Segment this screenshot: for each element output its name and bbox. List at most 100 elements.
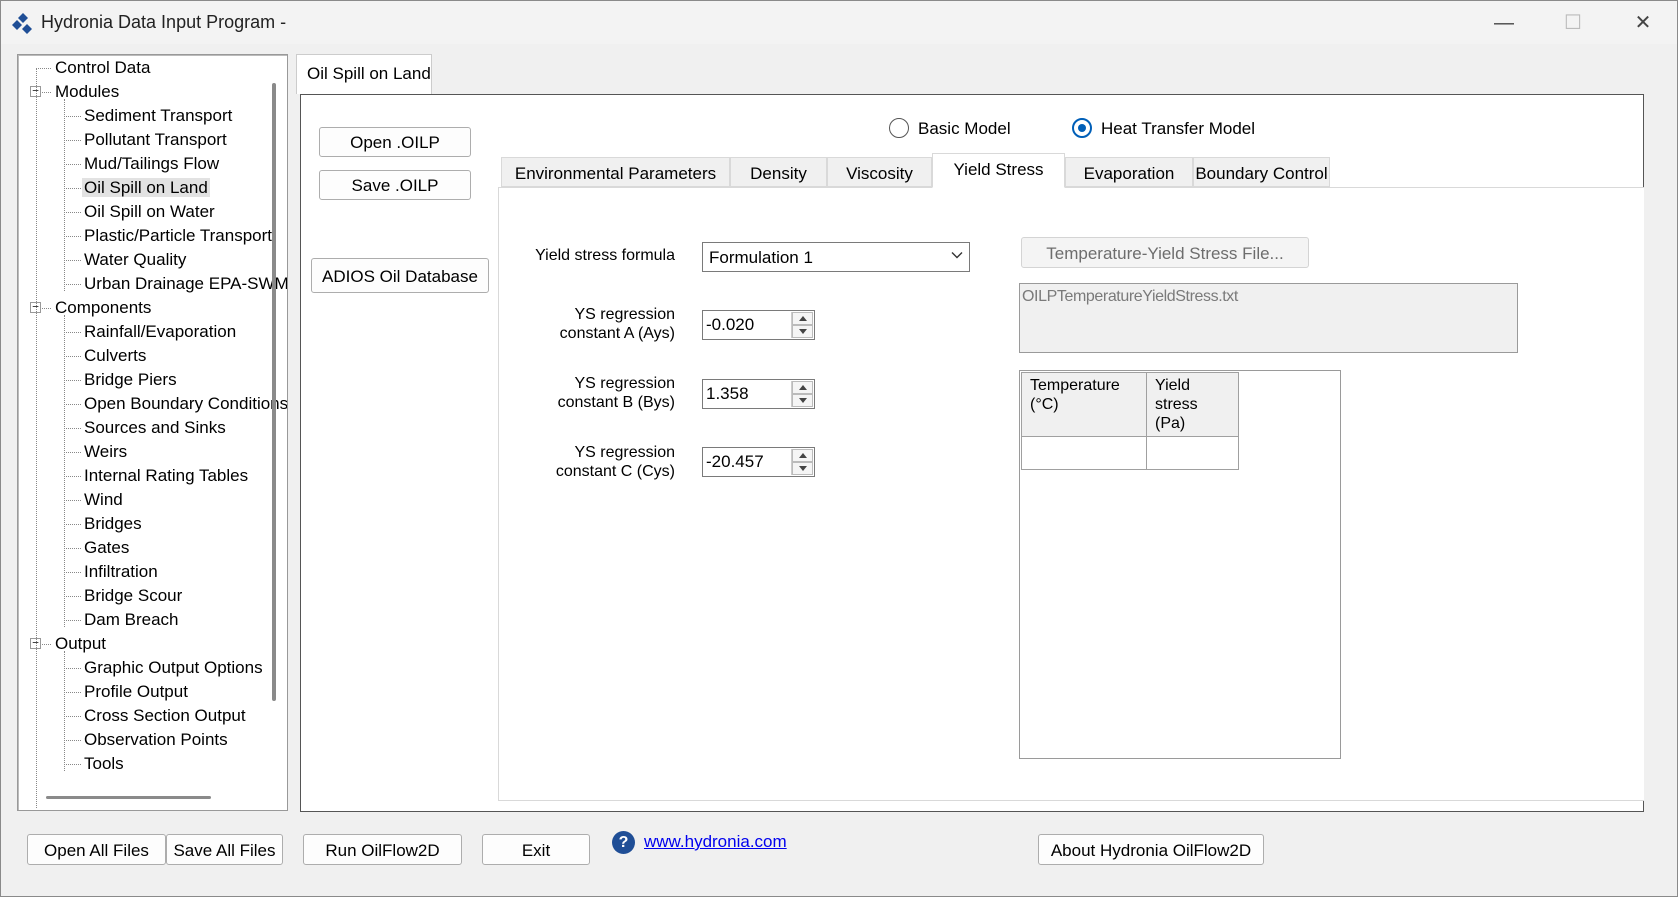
constant-c-label-line2: constant C (Cys)	[555, 463, 675, 480]
tree-connector	[64, 212, 81, 213]
tree-item-cross-section-output[interactable]: Cross Section Output	[84, 705, 246, 727]
tab-viscosity[interactable]: Viscosity	[827, 157, 932, 187]
help-icon[interactable]: ?	[612, 831, 635, 854]
tree-connector	[64, 692, 81, 693]
temperature-header-line1: Temperature	[1030, 377, 1120, 394]
constant-a-value: -0.020	[706, 315, 755, 334]
tree-item-tools[interactable]: Tools	[84, 753, 124, 775]
tab-boundary-control[interactable]: Boundary Control	[1193, 157, 1330, 187]
constant-c-down-arrow-icon[interactable]	[792, 462, 813, 475]
tree-connector	[64, 356, 81, 357]
tree-item-culverts[interactable]: Culverts	[84, 345, 146, 367]
open-oilp-button[interactable]: Open .OILP	[319, 127, 471, 157]
tree-item-internal-rating-tables[interactable]: Internal Rating Tables	[84, 465, 248, 487]
grid-cell-temperature[interactable]	[1021, 436, 1147, 470]
constant-b-up-arrow-icon[interactable]	[792, 381, 813, 394]
maximize-button[interactable]: ☐	[1553, 9, 1593, 37]
tree-item-dam-breach[interactable]: Dam Breach	[84, 609, 178, 631]
tab-oil-spill-on-land[interactable]: Oil Spill on Land	[296, 54, 432, 94]
tree-item-label: Water Quality	[84, 250, 187, 269]
tree-item-label: Graphic Output Options	[84, 658, 263, 677]
tree-item-sediment-transport[interactable]: Sediment Transport	[84, 105, 232, 127]
exit-button[interactable]: Exit	[482, 834, 590, 865]
heat-transfer-model-radio[interactable]	[1072, 118, 1092, 138]
constant-a-label-line2: constant A (Ays)	[559, 325, 675, 342]
constant-a-label-line1: YS regression	[574, 306, 676, 323]
tree-item-open-boundary-conditions[interactable]: Open Boundary Conditions	[84, 393, 287, 415]
navigation-tree[interactable]: Control Data Modules − Sediment Transport Po…	[17, 54, 288, 811]
yield-stress-header-line1: Yield	[1155, 377, 1190, 394]
tree-item-rainfall-evaporation[interactable]: Rainfall/Evaporation	[84, 321, 236, 343]
tree-item-control-data[interactable]: Control Data	[55, 57, 150, 79]
tree-connector	[64, 740, 81, 741]
constant-b-label-line2: constant B (Bys)	[557, 394, 675, 411]
tree-item-mud-tailings-flow[interactable]: Mud/Tailings Flow	[84, 153, 219, 175]
tree-item-water-quality[interactable]: Water Quality	[84, 249, 186, 271]
tree-item-label: Tools	[84, 754, 124, 773]
tree-item-gates[interactable]: Gates	[84, 537, 129, 559]
tree-item-label: Output	[55, 634, 107, 653]
constant-c-stepper[interactable]: -20.457	[702, 447, 815, 477]
tree-child-rail	[64, 651, 65, 771]
tree-item-bridge-piers[interactable]: Bridge Piers	[84, 369, 177, 391]
run-oilflow2d-button[interactable]: Run OilFlow2D	[303, 834, 462, 865]
tree-item-output[interactable]: Output	[55, 633, 106, 655]
tree-item-weirs[interactable]: Weirs	[84, 441, 127, 463]
constant-a-down-arrow-icon[interactable]	[792, 325, 813, 338]
constant-b-stepper[interactable]: 1.358	[702, 379, 815, 409]
column-header-temperature[interactable]: Temperature (°C)	[1021, 372, 1147, 437]
constant-b-label: YS regression constant B (Bys)	[501, 374, 675, 412]
file-path-display: OILPTemperatureYieldStress.txt	[1019, 283, 1518, 353]
tree-item-bridge-scour[interactable]: Bridge Scour	[84, 585, 182, 607]
tab-evaporation[interactable]: Evaporation	[1065, 157, 1193, 187]
tree-item-graphic-output-options[interactable]: Graphic Output Options	[84, 657, 263, 679]
tree-item-profile-output[interactable]: Profile Output	[84, 681, 188, 703]
tree-vertical-scrollbar[interactable]	[272, 83, 276, 701]
tree-item-oil-spill-on-water[interactable]: Oil Spill on Water	[84, 201, 215, 223]
tab-density[interactable]: Density	[730, 157, 827, 187]
yield-stress-formula-select[interactable]: Formulation 1	[702, 242, 970, 272]
tree-item-wind[interactable]: Wind	[84, 489, 123, 511]
constant-b-down-arrow-icon[interactable]	[792, 394, 813, 407]
basic-model-radio[interactable]	[889, 118, 909, 138]
tab-environmental-parameters[interactable]: Environmental Parameters	[501, 157, 730, 187]
constant-a-stepper[interactable]: -0.020	[702, 310, 815, 340]
hydronia-website-link[interactable]: www.hydronia.com	[644, 832, 787, 852]
constant-a-up-arrow-icon[interactable]	[792, 312, 813, 325]
basic-model-label[interactable]: Basic Model	[918, 119, 1011, 139]
tree-horizontal-scrollbar[interactable]	[46, 796, 211, 799]
adios-oil-database-button[interactable]: ADIOS Oil Database	[311, 258, 489, 293]
tree-connector	[64, 404, 81, 405]
minimize-button[interactable]: —	[1484, 9, 1524, 37]
tree-item-observation-points[interactable]: Observation Points	[84, 729, 228, 751]
tree-item-plastic-particle-transport[interactable]: Plastic/Particle Transport	[84, 225, 272, 247]
temperature-yield-stress-grid[interactable]: Temperature (°C) Yield stress (Pa)	[1019, 370, 1341, 759]
tree-item-label: Urban Drainage EPA-SWMM	[84, 274, 288, 293]
tree-item-sources-and-sinks[interactable]: Sources and Sinks	[84, 417, 226, 439]
open-all-files-button[interactable]: Open All Files	[27, 834, 166, 865]
tree-item-urban-drainage-epa-swmm[interactable]: Urban Drainage EPA-SWMM	[84, 273, 288, 295]
save-oilp-button[interactable]: Save .OILP	[319, 170, 471, 200]
save-all-files-button[interactable]: Save All Files	[166, 834, 283, 865]
yield-stress-header-line2: stress (Pa)	[1155, 396, 1198, 432]
tree-connector	[64, 572, 81, 573]
tree-item-pollutant-transport[interactable]: Pollutant Transport	[84, 129, 227, 151]
constant-c-up-arrow-icon[interactable]	[792, 449, 813, 462]
temperature-yield-stress-file-button[interactable]: Temperature-Yield Stress File...	[1021, 237, 1309, 268]
tree-item-infiltration[interactable]: Infiltration	[84, 561, 158, 583]
tree-item-components[interactable]: Components	[55, 297, 151, 319]
about-hydronia-oilflow2d-button[interactable]: About Hydronia OilFlow2D	[1038, 834, 1264, 865]
tab-yield-stress[interactable]: Yield Stress	[932, 153, 1065, 188]
tree-item-bridges[interactable]: Bridges	[84, 513, 142, 535]
hydronia-logo-icon	[12, 13, 32, 34]
heat-transfer-model-label[interactable]: Heat Transfer Model	[1101, 119, 1255, 139]
tree-item-oil-spill-on-land[interactable]: Oil Spill on Land	[82, 177, 210, 199]
grid-cell-yield-stress[interactable]	[1146, 436, 1239, 470]
close-button[interactable]: ✕	[1623, 9, 1663, 37]
tree-item-label: Mud/Tailings Flow	[84, 154, 220, 173]
window-title: Hydronia Data Input Program -	[41, 12, 287, 32]
tree-connector	[64, 476, 81, 477]
tree-item-label: Observation Points	[84, 730, 228, 749]
tree-connector	[64, 716, 81, 717]
column-header-yield-stress[interactable]: Yield stress (Pa)	[1146, 372, 1239, 437]
